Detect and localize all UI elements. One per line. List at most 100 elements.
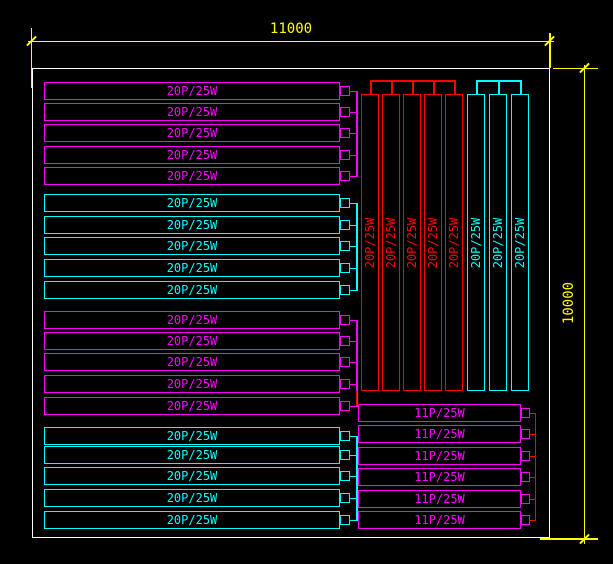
bottom-bar-11p: 11P/25W: [358, 468, 521, 486]
left-bar-label: 20P/25W: [45, 260, 339, 276]
left-bar-label: 20P/25W: [45, 217, 339, 233]
bottom-bar-label: 11P/25W: [359, 448, 520, 464]
bottom-bar-stub: [521, 472, 530, 482]
left-bar-label: 20P/25W: [45, 125, 339, 141]
left-bar-20p: 20P/25W: [44, 167, 340, 185]
bottom-bar-11p: 11P/25W: [358, 404, 521, 422]
left-bar-label: 20P/25W: [45, 282, 339, 298]
left-bar-connector: [350, 176, 358, 178]
left-bar-label: 20P/25W: [45, 147, 339, 163]
left-bar-connector: [350, 406, 358, 408]
left-bar-stub: [340, 401, 350, 411]
left-bar-20p: 20P/25W: [44, 489, 340, 507]
left-bar-20p: 20P/25W: [44, 311, 340, 329]
left-bar-label: 20P/25W: [45, 312, 339, 328]
left-bar-label: 20P/25W: [45, 490, 339, 506]
vertical-bar-20p: 20P/25W: [382, 94, 400, 391]
vertical-bus-tooth: [433, 80, 435, 94]
left-bar-label: 20P/25W: [45, 512, 339, 528]
bottom-bar-11p: 11P/25W: [358, 490, 521, 508]
vertical-bar-label: 20P/25W: [470, 217, 482, 268]
bottom-bar-11p: 11P/25W: [358, 425, 521, 443]
bottom-group-bus: [535, 413, 537, 520]
vertical-bar-20p: 20P/25W: [424, 94, 442, 391]
left-bar-stub: [340, 285, 350, 295]
left-bar-stub: [340, 431, 350, 441]
vertical-bar-label: 20P/25W: [492, 217, 504, 268]
left-bar-20p: 20P/25W: [44, 281, 340, 299]
left-bar-label: 20P/25W: [45, 83, 339, 99]
left-bar-20p: 20P/25W: [44, 146, 340, 164]
left-bar-20p: 20P/25W: [44, 332, 340, 350]
vertical-bus-tooth: [391, 80, 393, 94]
left-bar-label: 20P/25W: [45, 376, 339, 392]
left-bar-20p: 20P/25W: [44, 259, 340, 277]
left-bar-20p: 20P/25W: [44, 467, 340, 485]
left-bar-label: 20P/25W: [45, 468, 339, 484]
left-bar-label: 20P/25W: [45, 104, 339, 120]
vertical-bus-tooth: [370, 80, 372, 94]
vertical-bar-label: 20P/25W: [364, 217, 376, 268]
vertical-bus-tooth: [520, 80, 522, 94]
bottom-bar-label: 11P/25W: [359, 426, 520, 442]
left-bar-20p: 20P/25W: [44, 353, 340, 371]
vertical-bar-label: 20P/25W: [427, 217, 439, 268]
bottom-bar-connector: [530, 520, 536, 522]
left-bar-stub: [340, 357, 350, 367]
vertical-bar-20p: 20P/25W: [403, 94, 421, 391]
bottom-bar-label: 11P/25W: [359, 405, 520, 421]
left-bar-stub: [340, 107, 350, 117]
vertical-bus-tooth: [498, 80, 500, 94]
left-group-bus: [356, 91, 358, 176]
left-bar-label: 20P/25W: [45, 195, 339, 211]
vertical-bus-tooth: [412, 80, 414, 94]
bottom-bar-stub: [521, 515, 530, 525]
bottom-bar-label: 11P/25W: [359, 512, 520, 528]
left-bar-label: 20P/25W: [45, 398, 339, 414]
bottom-bar-stub: [521, 429, 530, 439]
left-bar-20p: 20P/25W: [44, 237, 340, 255]
left-bar-stub: [340, 450, 350, 460]
vertical-bar-label: 20P/25W: [385, 217, 397, 268]
vertical-bus-tooth: [454, 80, 456, 94]
left-bar-stub: [340, 198, 350, 208]
left-bar-stub: [340, 171, 350, 181]
left-bar-label: 20P/25W: [45, 447, 339, 463]
cad-drawing-canvas: 11000 10000 20P/25W20P/25W20P/25W20P/25W…: [0, 0, 613, 564]
left-bar-20p: 20P/25W: [44, 194, 340, 212]
bottom-bar-label: 11P/25W: [359, 469, 520, 485]
left-bar-stub: [340, 86, 350, 96]
bottom-bar-stub: [521, 408, 530, 418]
bottom-bar-stub: [521, 494, 530, 504]
left-bar-label: 20P/25W: [45, 354, 339, 370]
left-bar-label: 20P/25W: [45, 428, 339, 444]
vertical-bar-20p: 20P/25W: [489, 94, 507, 391]
left-bar-20p: 20P/25W: [44, 446, 340, 464]
left-bar-label: 20P/25W: [45, 333, 339, 349]
left-bar-20p: 20P/25W: [44, 82, 340, 100]
bottom-bar-label: 11P/25W: [359, 491, 520, 507]
left-bar-label: 20P/25W: [45, 238, 339, 254]
left-bar-stub: [340, 315, 350, 325]
left-group-bus: [356, 203, 358, 290]
vertical-bus-tooth: [476, 80, 478, 94]
feeder-line-horizontal: [356, 404, 360, 406]
bottom-bar-11p: 11P/25W: [358, 511, 521, 529]
left-bar-20p: 20P/25W: [44, 216, 340, 234]
bottom-bar-11p: 11P/25W: [358, 447, 521, 465]
left-bar-20p: 20P/25W: [44, 427, 340, 445]
vertical-bar-label: 20P/25W: [406, 217, 418, 268]
vertical-bar-20p: 20P/25W: [511, 94, 529, 391]
vertical-bar-label: 20P/25W: [514, 217, 526, 268]
drawing-entities: 20P/25W 20P/25W 20P/25W 20P/25W 20P/25W 20P/2…: [0, 0, 613, 564]
left-bar-stub: [340, 471, 350, 481]
left-bar-20p: 20P/25W: [44, 375, 340, 393]
left-bar-label: 20P/25W: [45, 168, 339, 184]
left-bar-stub: [340, 128, 350, 138]
left-bar-20p: 20P/25W: [44, 103, 340, 121]
left-bar-stub: [340, 263, 350, 273]
left-bar-20p: 20P/25W: [44, 511, 340, 529]
left-bar-20p: 20P/25W: [44, 397, 340, 415]
left-bar-stub: [340, 150, 350, 160]
vertical-bar-20p: 20P/25W: [445, 94, 463, 391]
